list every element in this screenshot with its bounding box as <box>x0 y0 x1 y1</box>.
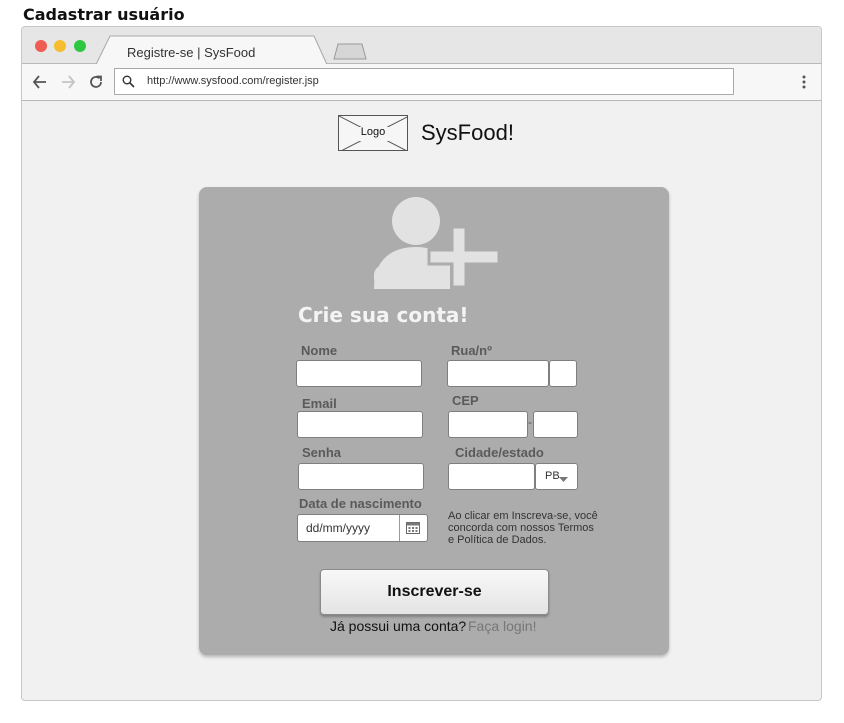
password-input[interactable] <box>298 463 424 490</box>
register-button[interactable]: Inscrever-se <box>320 569 549 615</box>
tab-title: Registre-se | SysFood <box>127 45 256 60</box>
minimize-window-icon[interactable] <box>54 40 66 52</box>
brand-name: SysFood! <box>421 120 514 145</box>
calendar-icon[interactable] <box>406 521 420 534</box>
email-input[interactable] <box>297 411 423 438</box>
browser-window: Registre-se | SysFood http://www.sysfood… <box>21 26 822 701</box>
zip-input-part1[interactable] <box>448 411 528 438</box>
login-question: Já possui uma conta? <box>330 618 467 634</box>
city-input[interactable] <box>448 463 535 490</box>
reload-icon[interactable] <box>87 73 105 91</box>
chevron-down-icon <box>559 477 568 482</box>
birthdate-label: Data de nascimento <box>299 496 422 511</box>
menu-dots-icon[interactable] <box>801 74 807 90</box>
terms-text: Ao clicar em Inscreva-se, você concorda … <box>448 510 598 546</box>
new-tab-icon[interactable] <box>332 42 368 60</box>
street-number-input[interactable] <box>549 360 577 387</box>
login-link[interactable]: Faça login! <box>468 618 536 634</box>
zip-separator: - <box>528 415 532 429</box>
back-arrow-icon[interactable] <box>31 73 49 91</box>
birthdate-placeholder: dd/mm/yyyy <box>306 521 371 535</box>
form-title: Crie sua conta! <box>298 303 469 327</box>
forward-arrow-icon[interactable] <box>59 73 77 91</box>
name-input[interactable] <box>296 360 422 387</box>
add-user-icon <box>374 197 501 289</box>
zip-label: CEP <box>452 393 479 408</box>
close-window-icon[interactable] <box>35 40 47 52</box>
date-divider <box>399 515 400 541</box>
zip-input-part2[interactable] <box>533 411 578 438</box>
state-selected-value: PB <box>545 470 560 482</box>
name-label: Nome <box>301 343 338 358</box>
search-icon <box>122 75 135 88</box>
street-input[interactable] <box>447 360 549 387</box>
city-state-label: Cidade/estado <box>455 445 544 460</box>
email-label: Email <box>302 396 337 411</box>
street-label: Rua/nº <box>451 343 492 358</box>
maximize-window-icon[interactable] <box>74 40 86 52</box>
url-text: http://www.sysfood.com/register.jsp <box>147 75 319 87</box>
password-label: Senha <box>302 445 342 460</box>
logo-label: Logo <box>360 126 386 138</box>
page-title: Cadastrar usuário <box>23 5 185 24</box>
